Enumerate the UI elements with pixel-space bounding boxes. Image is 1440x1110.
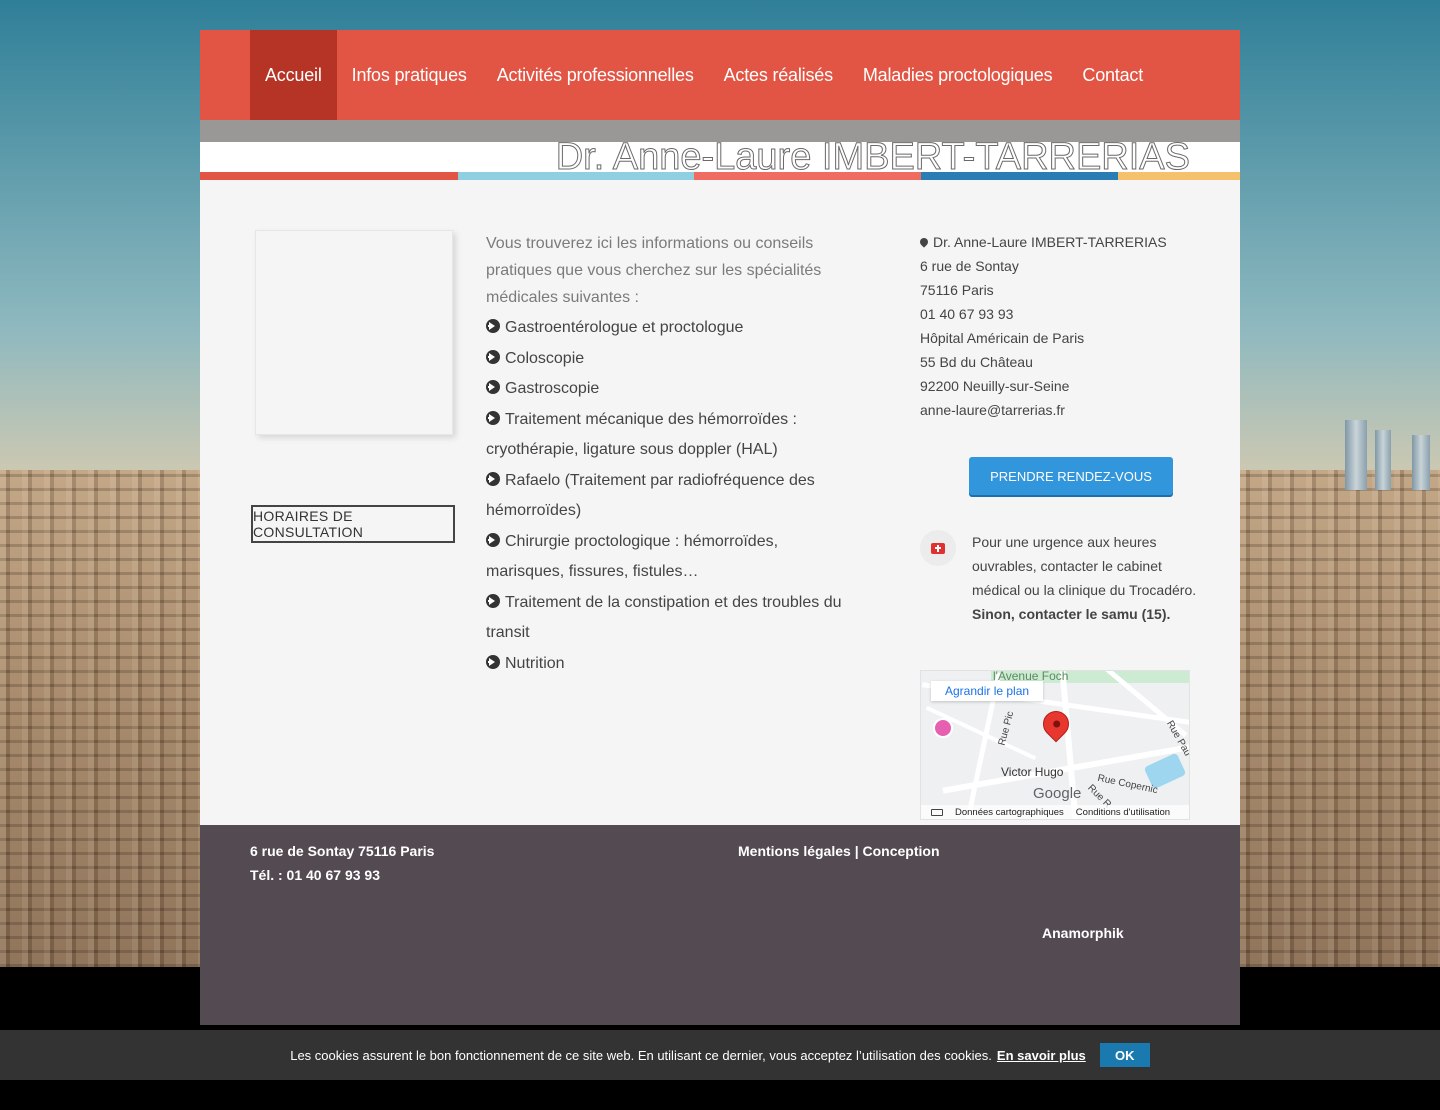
color-bar-segment — [921, 172, 1118, 180]
map-label: Rue Pic — [996, 710, 1017, 747]
footer-address: 6 rue de Sontay 75116 Paris — [250, 843, 435, 859]
map-attribution: Données cartographiques Conditions d'uti… — [921, 805, 1189, 819]
cookie-ok-button[interactable]: OK — [1099, 1043, 1150, 1067]
emergency-text: Pour une urgence aux heures ouvrables, c… — [972, 530, 1200, 626]
site-container: Accueil Infos pratiques Activités professi… — [200, 30, 1240, 1025]
background-city-right — [1240, 470, 1440, 967]
header-grey-band — [200, 120, 1240, 142]
arrow-circle-right-icon — [486, 349, 500, 364]
contact-line: 6 rue de Sontay — [920, 258, 1019, 274]
arrow-circle-right-icon — [486, 593, 500, 608]
keyboard-icon[interactable] — [931, 808, 943, 816]
map-label: Victor Hugo — [1001, 765, 1064, 779]
arrow-circle-right-icon — [486, 410, 500, 425]
arrow-circle-right-icon — [486, 654, 500, 669]
map-poi-icon[interactable] — [933, 718, 953, 738]
cookie-banner: Les cookies assurent le bon fonctionneme… — [0, 1030, 1440, 1080]
enlarge-map-link[interactable]: Agrandir le plan — [931, 681, 1044, 701]
specialty-label: Traitement mécanique des hémorroïdes : c… — [486, 410, 797, 459]
specialty-item: Chirurgie proctologique : hémorroïdes, m… — [486, 527, 856, 588]
contact-line: 75116 Paris — [920, 282, 994, 298]
background-city-left — [0, 470, 200, 967]
specialty-item: Rafaelo (Traitement par radiofréquence d… — [486, 466, 856, 527]
nav-item-accueil[interactable]: Accueil — [250, 30, 337, 120]
map-data-link[interactable]: Données cartographiques — [955, 807, 1064, 818]
specialty-label: Coloscopie — [505, 349, 585, 367]
arrow-circle-right-icon — [486, 532, 500, 547]
background-sky-left — [0, 0, 200, 470]
nav-item-maladies-proctologiques[interactable]: Maladies proctologiques — [848, 30, 1068, 120]
nav-item-actes-realises[interactable]: Actes réalisés — [709, 30, 848, 120]
arrow-circle-right-icon — [486, 319, 500, 333]
color-bar-segment — [1118, 172, 1240, 180]
doctor-photo-placeholder — [255, 230, 453, 435]
contact-line: 55 Bd du Château — [920, 354, 1033, 370]
nav-item-contact[interactable]: Contact — [1067, 30, 1158, 120]
intro-text: Vous trouverez ici les informations ou c… — [486, 235, 822, 306]
specialty-label: Chirurgie proctologique : hémorroïdes, m… — [486, 532, 779, 581]
footer-phone: Tél. : 01 40 67 93 93 — [250, 867, 380, 883]
site-title: Dr. Anne-Laure IMBERT-TARRERIAS — [555, 142, 1190, 172]
color-bar-segment — [694, 172, 921, 180]
specialty-item: Traitement mécanique des hémorroïdes : c… — [486, 405, 856, 466]
footer-link-separator: | — [850, 843, 863, 859]
contact-line: Hôpital Américain de Paris — [920, 330, 1085, 346]
contact-email[interactable]: anne-laure@tarrerias.fr — [920, 398, 1200, 422]
contact-name: Dr. Anne-Laure IMBERT-TARRERIAS — [933, 234, 1167, 250]
specialty-item: Coloscopie — [486, 344, 856, 375]
main-nav: Accueil Infos pratiques Activités professi… — [200, 30, 1240, 120]
main-content: HORAIRES DE CONSULTATION Vous trouverez … — [200, 180, 1240, 825]
specialty-label: Gastroscopie — [505, 380, 600, 397]
specialties-section: Vous trouverez ici les informations ou c… — [486, 230, 856, 679]
specialties-list: Gastroentérologue et proctologue Coloscop… — [486, 313, 856, 679]
nav-item-activites-professionnelles[interactable]: Activités professionnelles — [482, 30, 709, 120]
emergency-text-main: Pour une urgence aux heures ouvrables, c… — [972, 534, 1197, 598]
contact-sidebar: Dr. Anne-Laure IMBERT-TARRERIAS 6 rue de… — [918, 230, 1200, 622]
background-tower — [1412, 435, 1430, 490]
emergency-text-strong: Sinon, contacter le samu (15). — [972, 606, 1171, 622]
specialty-label: Gastroentérologue et proctologue — [505, 319, 744, 336]
contact-line: 92200 Neuilly-sur-Seine — [920, 378, 1070, 394]
footer: 6 rue de Sontay 75116 Paris Tél. : 01 40… — [200, 825, 1240, 1025]
agency-credit-link[interactable]: Anamorphik — [1042, 925, 1124, 941]
book-appointment-button[interactable]: PRENDRE RENDEZ-VOUS — [969, 457, 1173, 495]
contact-name-line: Dr. Anne-Laure IMBERT-TARRERIAS — [918, 230, 1200, 254]
nav-item-infos-pratiques[interactable]: Infos pratiques — [337, 30, 482, 120]
google-logo: Google — [1033, 785, 1082, 802]
color-bar-segment — [458, 172, 694, 180]
map-marker-icon — [918, 236, 930, 248]
map-terms-link[interactable]: Conditions d'utilisation — [1076, 807, 1170, 818]
specialty-item: Gastroentérologue et proctologue — [486, 313, 856, 344]
color-bar-segment — [200, 172, 458, 180]
specialty-item: Nutrition — [486, 649, 856, 680]
contact-details: 6 rue de Sontay 75116 Paris 01 40 67 93 93… — [920, 254, 1200, 422]
specialty-label: Nutrition — [505, 654, 565, 672]
title-band: Dr. Anne-Laure IMBERT-TARRERIAS — [200, 142, 1240, 172]
conception-link[interactable]: Conception — [863, 843, 940, 859]
cookie-more-link[interactable]: En savoir plus — [997, 1048, 1086, 1063]
cookie-text: Les cookies assurent le bon fonctionneme… — [290, 1047, 992, 1063]
legal-notice-link[interactable]: Mentions légales — [738, 843, 851, 859]
google-map[interactable]: l'Avenue Foch Victor Hugo Rue Copernic R… — [920, 670, 1190, 820]
color-bar — [200, 172, 1240, 180]
specialty-label: Rafaelo (Traitement par radiofréquence d… — [486, 471, 815, 520]
specialty-item: Gastroscopie — [486, 374, 856, 405]
background-tower — [1375, 430, 1391, 490]
arrow-circle-right-icon — [486, 380, 500, 394]
medkit-icon — [920, 530, 956, 566]
contact-line: 01 40 67 93 93 — [920, 306, 1014, 322]
consultation-hours-button[interactable]: HORAIRES DE CONSULTATION — [251, 505, 455, 543]
emergency-info: Pour une urgence aux heures ouvrables, c… — [920, 530, 1200, 626]
footer-address-block: 6 rue de Sontay 75116 Paris Tél. : 01 40… — [250, 839, 434, 887]
background-sky-right — [1240, 0, 1440, 470]
background-tower — [1345, 420, 1367, 490]
specialty-label: Traitement de la constipation et des tro… — [486, 593, 842, 642]
specialty-item: Traitement de la constipation et des tro… — [486, 588, 856, 649]
footer-links: Mentions légales | Conception — [738, 839, 940, 863]
arrow-circle-right-icon — [486, 471, 500, 486]
